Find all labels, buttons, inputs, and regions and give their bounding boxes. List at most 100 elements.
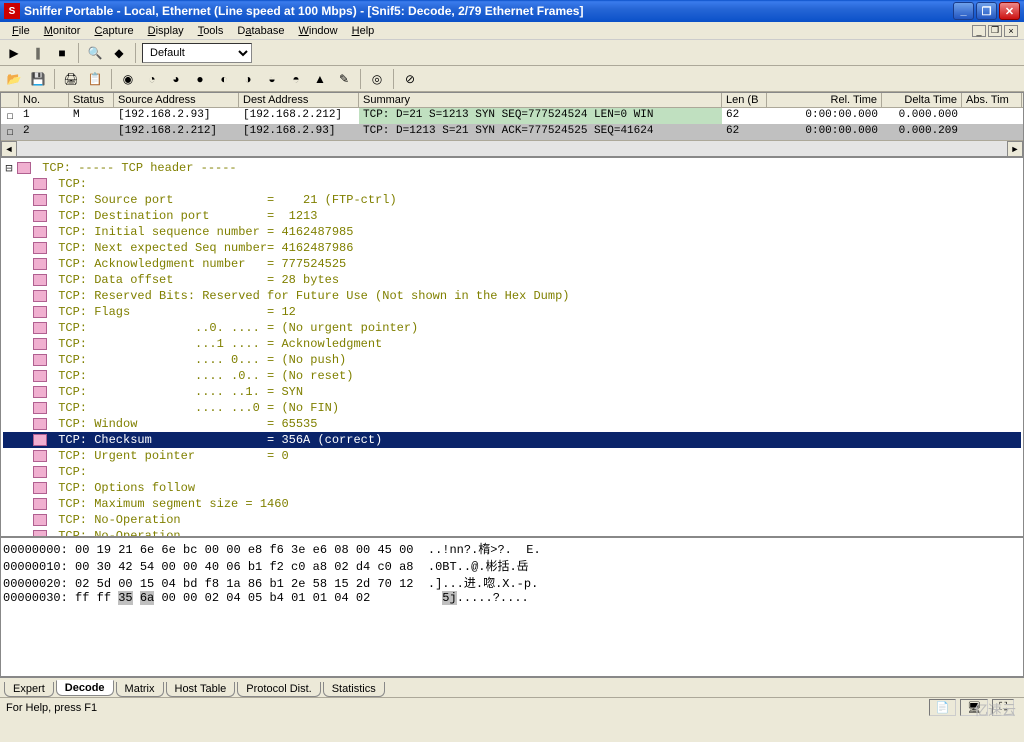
tool-icon-4[interactable]: ● xyxy=(190,69,210,89)
decode-line[interactable]: TCP: Options follow xyxy=(3,480,1021,496)
hex-line[interactable]: 00000000: 00 19 21 6e 6e bc 00 00 e8 f6 … xyxy=(3,540,1021,557)
decode-line[interactable]: TCP: Destination port = 1213 xyxy=(3,208,1021,224)
tool-icon-3[interactable]: ◕ xyxy=(166,69,186,89)
decode-line[interactable]: TCP: .... ..1. = SYN xyxy=(3,384,1021,400)
hex-line[interactable]: 00000010: 00 30 42 54 00 00 40 06 b1 f2 … xyxy=(3,557,1021,574)
menu-tools[interactable]: Tools xyxy=(192,24,230,38)
col-len[interactable]: Len (B xyxy=(722,93,767,107)
tool-icon-6[interactable]: ◑ xyxy=(238,69,258,89)
menu-window[interactable]: Window xyxy=(292,24,343,38)
decode-line[interactable]: TCP: No-Operation xyxy=(3,512,1021,528)
protocol-icon xyxy=(33,194,47,206)
protocol-icon xyxy=(33,338,47,350)
mdi-restore[interactable]: ❐ xyxy=(988,25,1002,37)
protocol-icon xyxy=(33,226,47,238)
col-source[interactable]: Source Address xyxy=(114,93,239,107)
decode-line[interactable]: TCP: Acknowledgment number = 777524525 xyxy=(3,256,1021,272)
col-summary[interactable]: Summary xyxy=(359,93,722,107)
col-deltatime[interactable]: Delta Time xyxy=(882,93,962,107)
packet-row[interactable]: ☐2[192.168.2.212][192.168.2.93]TCP: D=12… xyxy=(1,124,1023,140)
scroll-left-icon[interactable]: ◄ xyxy=(1,141,17,157)
protocol-icon xyxy=(33,370,47,382)
decode-line[interactable]: TCP: No-Operation xyxy=(3,528,1021,537)
filter-dropdown[interactable]: Default xyxy=(142,43,252,63)
mdi-close[interactable]: × xyxy=(1004,25,1018,37)
decode-line[interactable]: TCP: Reserved Bits: Reserved for Future … xyxy=(3,288,1021,304)
tab-expert[interactable]: Expert xyxy=(4,682,54,697)
decode-line[interactable]: TCP: ...1 .... = Acknowledgment xyxy=(3,336,1021,352)
protocol-icon xyxy=(33,258,47,270)
decode-line[interactable]: TCP: Source port = 21 (FTP-ctrl) xyxy=(3,192,1021,208)
hex-line[interactable]: 00000020: 02 5d 00 15 04 bd f8 1a 86 b1 … xyxy=(3,574,1021,591)
hex-line[interactable]: 00000030: ff ff 35 6a 00 00 02 04 05 b4 … xyxy=(3,591,1021,605)
packet-row[interactable]: ☐1M[192.168.2.93][192.168.2.212]TCP: D=2… xyxy=(1,108,1023,124)
window-title: Sniffer Portable - Local, Ethernet (Line… xyxy=(24,4,953,18)
decode-line[interactable]: TCP: xyxy=(3,176,1021,192)
decode-line[interactable]: TCP: Initial sequence number = 416248798… xyxy=(3,224,1021,240)
menu-monitor[interactable]: Monitor xyxy=(38,24,87,38)
menu-display[interactable]: Display xyxy=(142,24,190,38)
pause-button[interactable]: ∥ xyxy=(28,43,48,63)
decode-line[interactable]: TCP: Maximum segment size = 1460 xyxy=(3,496,1021,512)
col-dest[interactable]: Dest Address xyxy=(239,93,359,107)
tool-icon-10[interactable]: ✎ xyxy=(334,69,354,89)
decode-line[interactable]: TCP: Window = 65535 xyxy=(3,416,1021,432)
decode-line[interactable]: TCP: Next expected Seq number= 416248798… xyxy=(3,240,1021,256)
tool-icon-2[interactable]: ◔ xyxy=(142,69,162,89)
mdi-minimize[interactable]: _ xyxy=(972,25,986,37)
tab-decode[interactable]: Decode xyxy=(56,680,114,696)
hex-pane[interactable]: 00000000: 00 19 21 6e 6e bc 00 00 e8 f6 … xyxy=(0,537,1024,677)
decode-line[interactable]: TCP: Checksum = 356A (correct) xyxy=(3,432,1021,448)
stop-button[interactable]: ■ xyxy=(52,43,72,63)
copy-icon[interactable]: 📋 xyxy=(85,69,105,89)
decode-line[interactable]: TCP: Urgent pointer = 0 xyxy=(3,448,1021,464)
decode-line[interactable]: TCP: ..0. .... = (No urgent pointer) xyxy=(3,320,1021,336)
tool-icon-1[interactable]: ◉ xyxy=(118,69,138,89)
col-checkbox[interactable] xyxy=(1,93,19,107)
tool-icon-12[interactable]: ⊘ xyxy=(400,69,420,89)
define-filter-icon[interactable]: ◆ xyxy=(109,43,129,63)
decode-line[interactable]: ⊟ TCP: ----- TCP header ----- xyxy=(3,160,1021,176)
packet-hscroll[interactable]: ◄ ► xyxy=(1,140,1023,156)
tool-icon-8[interactable]: ◓ xyxy=(286,69,306,89)
tool-icon-5[interactable]: ◐ xyxy=(214,69,234,89)
status-cell-1: 📄 xyxy=(929,699,957,716)
minimize-button[interactable]: _ xyxy=(953,2,974,20)
close-button[interactable]: ✕ xyxy=(999,2,1020,20)
open-icon[interactable]: 📂 xyxy=(4,69,24,89)
menu-database[interactable]: Database xyxy=(231,24,290,38)
tool-icon-11[interactable]: ◎ xyxy=(367,69,387,89)
col-reltime[interactable]: Rel. Time xyxy=(767,93,882,107)
maximize-button[interactable]: ❐ xyxy=(976,2,997,20)
tool-icon-7[interactable]: ◒ xyxy=(262,69,282,89)
decode-line[interactable]: TCP: .... 0... = (No push) xyxy=(3,352,1021,368)
tool-icon-9[interactable]: ▲ xyxy=(310,69,330,89)
protocol-icon xyxy=(33,466,47,478)
print-icon[interactable]: 🖨 xyxy=(61,69,81,89)
col-abstime[interactable]: Abs. Tim xyxy=(962,93,1022,107)
decode-line[interactable]: TCP: xyxy=(3,464,1021,480)
tab-matrix[interactable]: Matrix xyxy=(116,682,164,697)
play-button[interactable]: ▶ xyxy=(4,43,24,63)
decode-line[interactable]: TCP: Data offset = 28 bytes xyxy=(3,272,1021,288)
menu-capture[interactable]: Capture xyxy=(88,24,139,38)
tab-statistics[interactable]: Statistics xyxy=(323,682,385,697)
protocol-icon xyxy=(33,306,47,318)
scroll-right-icon[interactable]: ► xyxy=(1007,141,1023,157)
protocol-icon xyxy=(33,434,47,446)
tab-protocoldist[interactable]: Protocol Dist. xyxy=(237,682,320,697)
decode-line[interactable]: TCP: .... ...0 = (No FIN) xyxy=(3,400,1021,416)
col-no[interactable]: No. xyxy=(19,93,69,107)
tab-hosttable[interactable]: Host Table xyxy=(166,682,236,697)
binoculars-icon[interactable]: 🔍 xyxy=(85,43,105,63)
decode-line[interactable]: TCP: .... .0.. = (No reset) xyxy=(3,368,1021,384)
packet-list: No. Status Source Address Dest Address S… xyxy=(0,92,1024,157)
protocol-icon xyxy=(33,498,47,510)
decode-pane[interactable]: ⊟ TCP: ----- TCP header ----- TCP: TCP: … xyxy=(0,157,1024,537)
save-icon[interactable]: 💾 xyxy=(28,69,48,89)
protocol-icon xyxy=(33,386,47,398)
menu-file[interactable]: File xyxy=(6,24,36,38)
decode-line[interactable]: TCP: Flags = 12 xyxy=(3,304,1021,320)
menu-help[interactable]: Help xyxy=(346,24,381,38)
col-status[interactable]: Status xyxy=(69,93,114,107)
